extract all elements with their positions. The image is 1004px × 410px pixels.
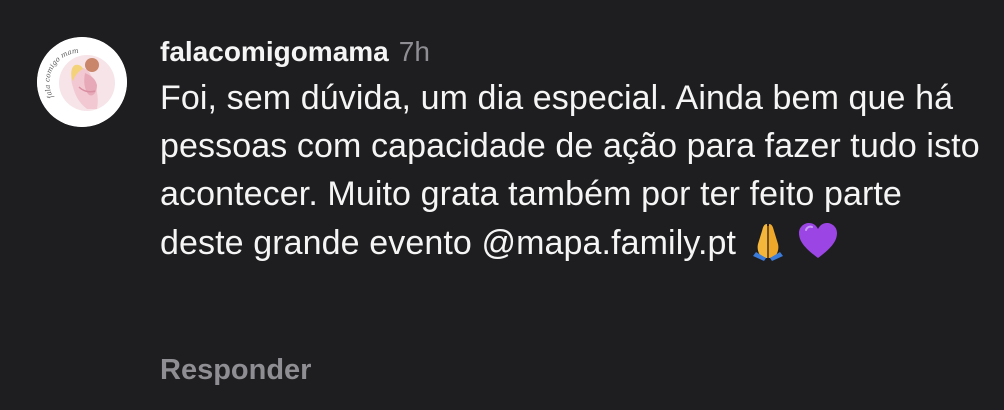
comment-text: Foi, sem dúvida, um dia especial. Ainda … [160, 74, 990, 267]
reply-button[interactable]: Responder [160, 350, 311, 390]
comment-header: falacomigomama 7h [160, 30, 990, 74]
avatar-logo-icon: fala comigo mamã [37, 37, 127, 127]
timestamp: 7h [398, 36, 430, 67]
mention-link[interactable]: @mapa.family.pt [481, 224, 736, 262]
comment: fala comigo mamã falacomigomama 7h Foi, … [0, 0, 1004, 410]
purple-heart-icon [799, 223, 838, 258]
comment-body: falacomigomama 7h Foi, sem dúvida, um di… [160, 30, 990, 386]
folded-hands-icon [753, 224, 784, 261]
emoji-group [746, 218, 846, 262]
username-link[interactable]: falacomigomama [160, 30, 389, 74]
avatar[interactable]: fala comigo mamã [37, 37, 127, 127]
